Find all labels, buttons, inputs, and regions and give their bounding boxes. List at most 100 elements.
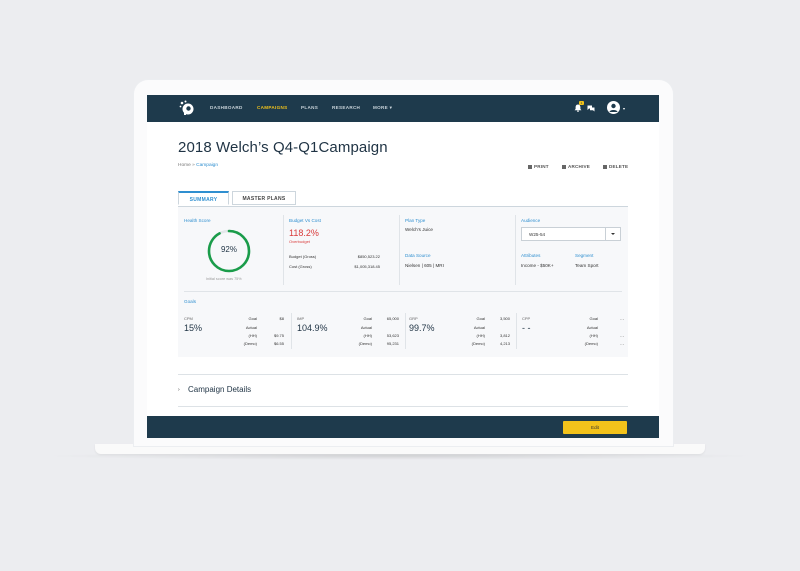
- budget-vs-cost-label: Budget Vs Cost: [289, 218, 321, 223]
- metric-cpm-hh-label: (HH): [248, 333, 257, 338]
- chevron-down-icon[interactable]: [605, 228, 620, 240]
- metric-imp-demo: 95,231: [386, 341, 399, 346]
- metric-cpm-goal: $8: [279, 316, 284, 321]
- metric-cpp-name: CPP: [522, 316, 531, 321]
- chat-icon[interactable]: [587, 105, 595, 112]
- metric-grp-goal: 3,500: [499, 316, 510, 321]
- print-button[interactable]: PRINT: [528, 164, 549, 169]
- health-score-label: Health Score: [184, 218, 211, 223]
- plan-type-value: Welch’s Juice: [405, 227, 433, 232]
- metric-cpp-goal: - -: [620, 316, 624, 321]
- metric-grp-goal-label: Goal: [476, 316, 485, 321]
- trash-icon: [603, 164, 607, 169]
- column-divider: [399, 215, 400, 285]
- metric-cpp-demo: - -: [620, 341, 624, 346]
- metric-cpp-hh-label: (HH): [589, 333, 598, 338]
- tab-master-plans[interactable]: MASTER PLANS: [232, 191, 296, 205]
- segment-label: Segment: [575, 253, 594, 258]
- column-divider: [405, 313, 406, 349]
- metric-cpm-value: 15%: [184, 323, 203, 333]
- budget-vs-cost-value: 118.2%: [289, 228, 319, 238]
- user-icon: [609, 103, 618, 112]
- metric-cpm-goal-label: Goal: [248, 316, 257, 321]
- archive-button[interactable]: ARCHIVE: [562, 164, 590, 169]
- chevron-down-icon: ▾: [389, 105, 393, 110]
- attributes-value: Income - $50K+: [521, 263, 554, 268]
- printer-icon: [528, 164, 532, 169]
- metric-imp-demo-label: (Demo): [358, 341, 372, 346]
- budget-gross-value: $850,523.22: [357, 254, 380, 259]
- delete-button[interactable]: DELETE: [603, 164, 628, 169]
- cost-gross-label: Cost (Gross): [289, 264, 312, 269]
- plan-type-label: Plan Type: [405, 218, 426, 223]
- tab-summary[interactable]: SUMMARY: [178, 191, 229, 205]
- app-logo-icon[interactable]: [179, 100, 195, 116]
- budget-gross-label: Budget (Gross): [289, 254, 317, 259]
- notification-badge: 1: [579, 101, 584, 105]
- metric-grp-demo: 4,213: [499, 341, 510, 346]
- edit-button[interactable]: Edit: [563, 421, 627, 434]
- metric-imp-goal-label: Goal: [363, 316, 372, 321]
- metric-cpp-hh: - -: [620, 333, 624, 338]
- metric-cpm-actual-label: Actual: [245, 325, 257, 330]
- column-divider: [291, 313, 292, 349]
- column-divider: [516, 313, 517, 349]
- metric-imp-hh: 53,623: [386, 333, 399, 338]
- breadcrumb-separator: »: [192, 163, 195, 168]
- breadcrumb: Home » Campaign: [178, 163, 218, 168]
- overbudget-status: Overbudget: [289, 239, 310, 244]
- metric-cpm-demo-label: (Demo): [243, 341, 257, 346]
- column-divider: [515, 215, 516, 285]
- page-title: 2018 Welch’s Q4-Q1Campaign: [178, 139, 388, 156]
- top-nav-bar: DASHBOARD CAMPAIGNS PLANS RESEARCH MORE …: [147, 95, 659, 122]
- metric-grp-hh: 3,812: [499, 333, 510, 338]
- segment-value: Team Sport: [575, 263, 599, 268]
- nav-research[interactable]: RESEARCH: [332, 105, 360, 110]
- attributes-label: Attributes: [521, 253, 541, 258]
- audience-label: Audience: [521, 218, 541, 223]
- initial-score-note: Initial score was 75%: [206, 277, 242, 281]
- metric-cpm-name: CPM: [184, 316, 193, 321]
- nav-more-label: MORE: [373, 105, 388, 110]
- metric-imp-value: 104.9%: [297, 323, 328, 333]
- metric-cpp-actual-label: Actual: [586, 325, 598, 330]
- metric-cpp-value: - -: [522, 323, 531, 333]
- user-avatar[interactable]: [607, 101, 620, 114]
- audience-selected-value: W25-54: [529, 232, 546, 237]
- metric-cpp-demo-label: (Demo): [584, 341, 598, 346]
- metric-imp-actual-label: Actual: [360, 325, 372, 330]
- breadcrumb-home[interactable]: Home: [178, 163, 191, 168]
- metric-grp-value: 99.7%: [409, 323, 435, 333]
- metric-cpm-hh: $9.75: [273, 333, 284, 338]
- metric-cpp-goal-label: Goal: [589, 316, 598, 321]
- metric-grp-actual-label: Actual: [473, 325, 485, 330]
- campaign-details-accordion[interactable]: › Campaign Details: [178, 374, 628, 407]
- chevron-down-icon[interactable]: ▾: [623, 106, 625, 111]
- nav-campaigns[interactable]: CAMPAIGNS: [257, 105, 287, 110]
- audience-select[interactable]: W25-54: [521, 227, 621, 241]
- metric-grp-name: GRP: [409, 316, 418, 321]
- metric-grp-hh-label: (HH): [476, 333, 485, 338]
- goals-divider: [184, 291, 622, 292]
- nav-plans[interactable]: PLANS: [301, 105, 318, 110]
- delete-label: DELETE: [609, 164, 629, 169]
- print-label: PRINT: [534, 164, 549, 169]
- metric-grp-demo-label: (Demo): [471, 341, 485, 346]
- metric-imp-name: IMP: [297, 316, 305, 321]
- metric-imp-goal: 65,000: [386, 316, 399, 321]
- health-score-value: 92%: [220, 245, 237, 254]
- cost-gross-value: $1,005,318.45: [354, 264, 380, 269]
- column-divider: [283, 215, 284, 285]
- nav-more[interactable]: MORE ▾: [373, 105, 392, 111]
- archive-icon: [562, 164, 566, 169]
- data-source-value: Nielsen | 605 | MRI: [405, 263, 444, 268]
- footer-bar: Edit: [147, 416, 659, 438]
- nav-dashboard[interactable]: DASHBOARD: [210, 105, 243, 110]
- metric-imp-hh-label: (HH): [363, 333, 372, 338]
- breadcrumb-campaign[interactable]: Campaign: [196, 163, 218, 168]
- campaign-details-label: Campaign Details: [188, 385, 252, 394]
- app-screen: DASHBOARD CAMPAIGNS PLANS RESEARCH MORE …: [147, 95, 659, 438]
- goals-label: Goals: [184, 299, 197, 304]
- bell-icon[interactable]: [574, 104, 582, 112]
- data-source-label: Data Source: [405, 253, 431, 258]
